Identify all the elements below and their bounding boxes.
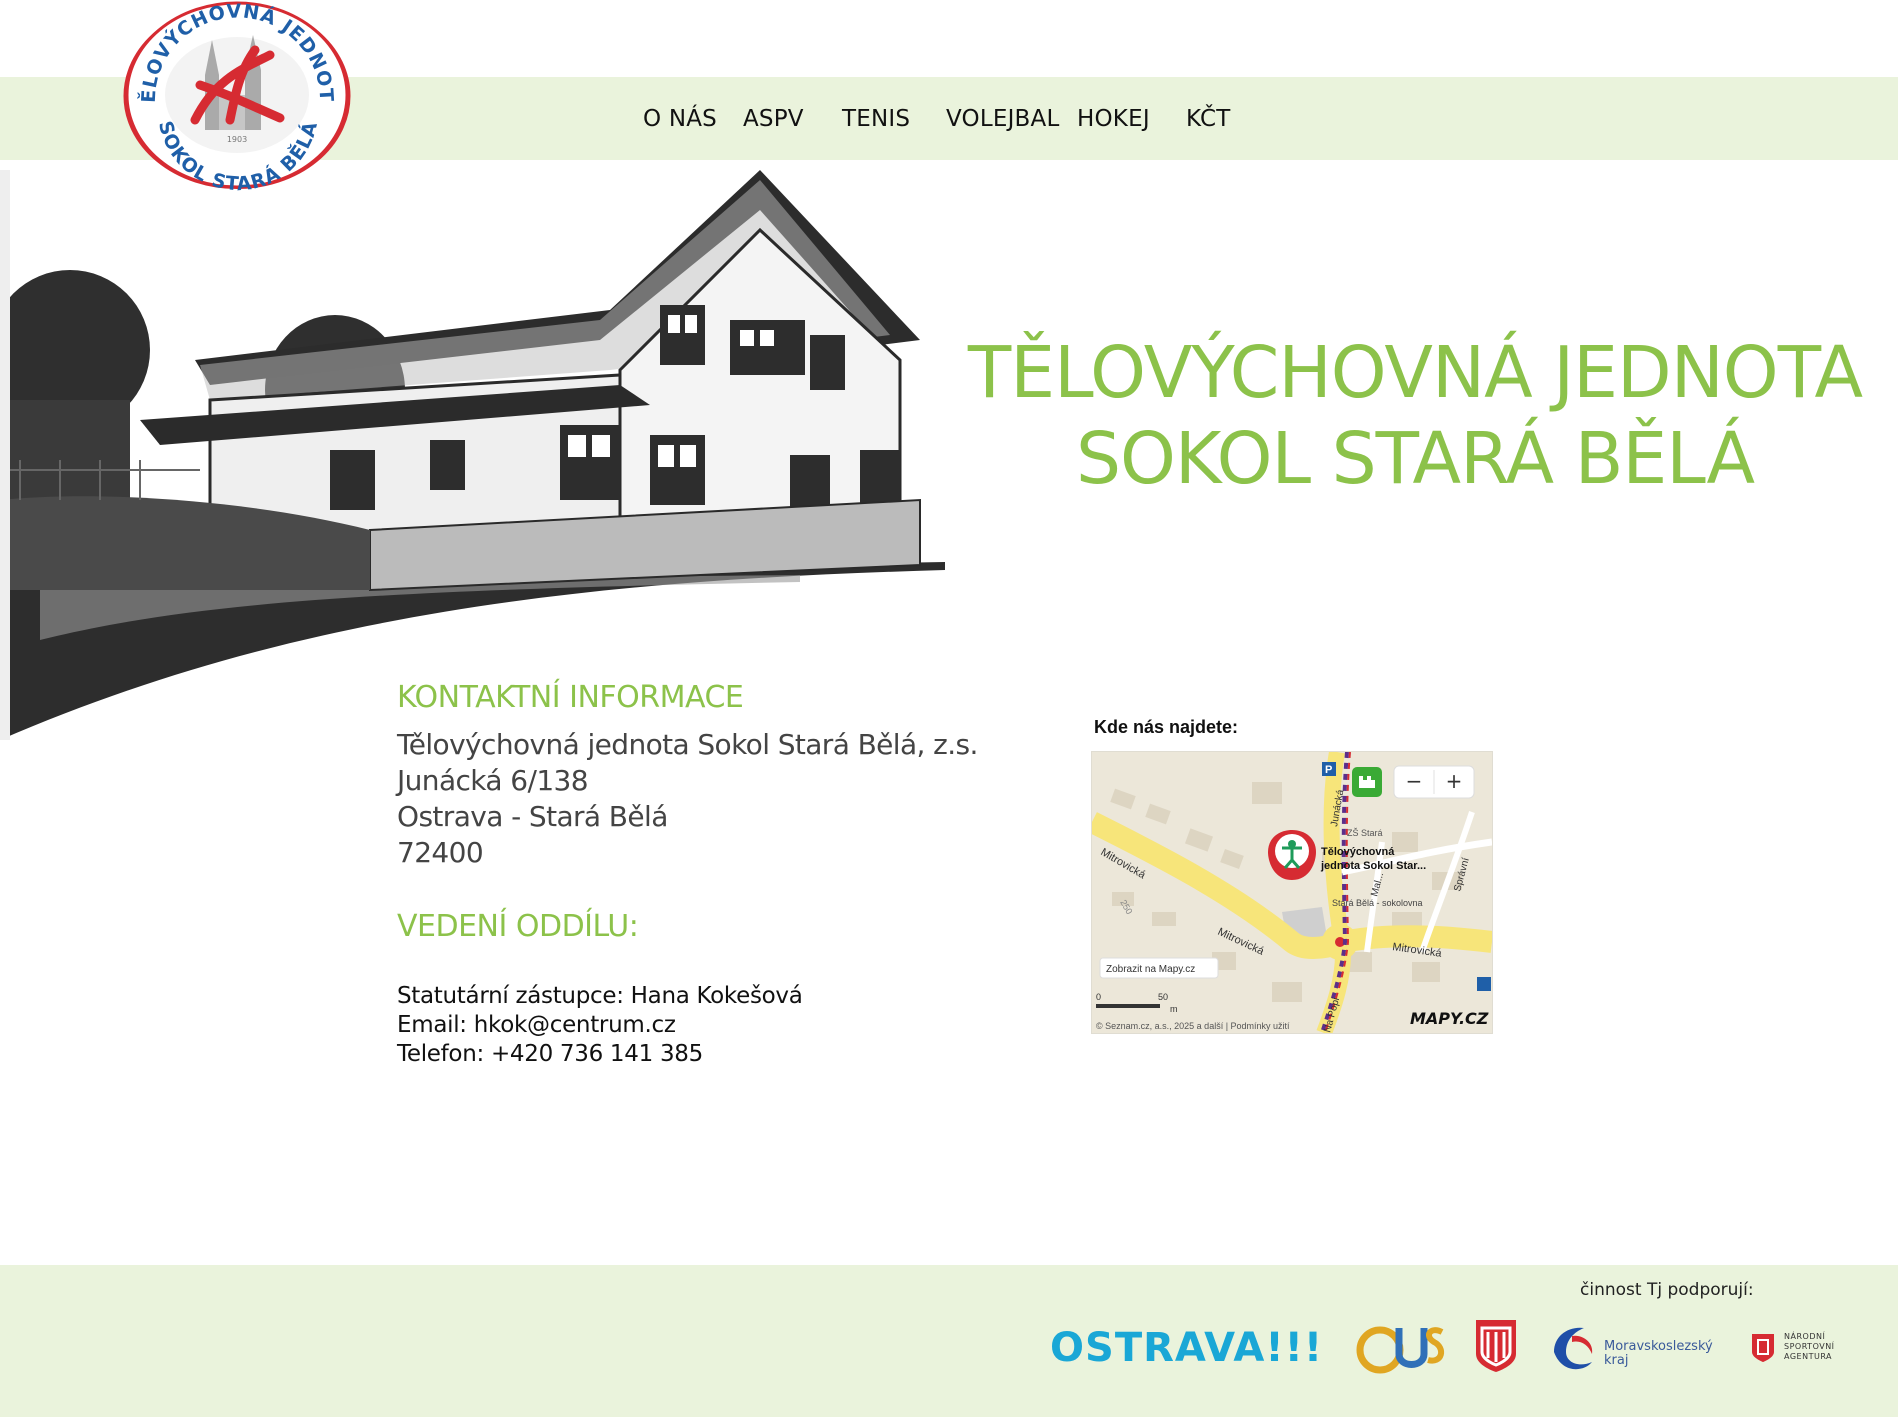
zoom-out-button: − [1406,769,1423,793]
poi-label: Stará Bělá - sokolovna [1332,898,1423,908]
show-on-mapy-label: Zobrazit na Mapy.cz [1106,964,1195,975]
contact-section: KONTAKTNÍ INFORMACE Tělovýchovná jednota… [397,680,1037,1069]
address-block: Tělovýchovná jednota Sokol Stará Bělá, z… [397,727,1037,871]
nsa-name-line1: NÁRODNÍ [1784,1332,1826,1341]
pin-title-line1: Tělovýchovná [1321,846,1395,858]
nsa-lion-icon [1752,1334,1774,1362]
nav-item-volejbal[interactable]: VOLEJBAL [946,106,1060,132]
support-label: činnost Tj podporují: [1580,1280,1754,1300]
nsa-name-line3: AGENTURA [1784,1352,1833,1361]
address-line: Tělovýchovná jednota Sokol Stará Bělá, z… [397,728,978,761]
partner-coat-of-arms-logo[interactable] [1474,1318,1518,1374]
partner-ostrava-logo[interactable]: OSTRAVA!!! [1050,1325,1323,1371]
nav-item-tenis[interactable]: TENIS [842,106,910,132]
nav-item-o-nas[interactable]: O NÁS [643,106,717,132]
building-illustration [0,170,945,740]
poi-small-label: ZŠ Stará [1347,828,1383,838]
map-widget[interactable]: Mitrovická Mitrovická Mitrovická Junácká… [1091,751,1493,1034]
address-line: 72400 [397,836,484,869]
main-nav: O NÁS ASPV TENIS VOLEJBAL HOKEJ KČT [0,100,1898,140]
scale-zero: 0 [1096,992,1101,1002]
scale-unit: m [1170,1004,1178,1014]
map-copyright: © Seznam.cz, a.s., 2025 a další | Podmín… [1096,1021,1290,1031]
leader-heading: VEDENÍ ODDÍLU: [397,909,639,944]
msk-name-line1: Moravskoslezský [1604,1339,1713,1354]
mapy-brand: MAPY.CZ [1410,1009,1489,1028]
hero-title: TĚLOVÝCHOVNÁ JEDNOTA SOKOL STARÁ BĚLÁ [940,330,1890,502]
nav-item-hokej[interactable]: HOKEJ [1077,106,1150,132]
map-canvas[interactable]: Mitrovická Mitrovická Mitrovická Junácká… [1092,752,1492,1033]
partner-nsa-logo[interactable]: NÁRODNÍ SPORTOVNÍ AGENTURA [1750,1330,1850,1370]
nav-item-kct[interactable]: KČT [1186,106,1231,132]
leader-email[interactable]: Email: hkok@centrum.cz [397,1011,1037,1040]
zoom-in-button: + [1446,769,1463,793]
zoom-control: − + [1393,765,1475,799]
leader-block: Statutární zástupce: Hana Kokešová Email… [397,982,1037,1069]
hero-title-line1: TĚLOVÝCHOVNÁ JEDNOTA [967,331,1863,414]
leader-name: Statutární zástupce: Hana Kokešová [397,983,803,1009]
msk-emblem-icon [1554,1327,1593,1370]
contact-heading: KONTAKTNÍ INFORMACE [397,680,744,715]
pin-title-line2: jednota Sokol Star... [1320,860,1426,872]
address-line: Junácká 6/138 [397,764,589,797]
nsa-name-line2: SPORTOVNÍ [1784,1342,1835,1351]
address-line: Ostrava - Stará Bělá [397,800,668,833]
parking-icon [1477,977,1491,991]
scale-fifty: 50 [1158,992,1168,1002]
partner-msk-logo[interactable]: Moravskoslezský kraj [1548,1322,1713,1378]
nav-item-aspv[interactable]: ASPV [743,106,804,132]
leader-phone[interactable]: Telefon: +420 736 141 385 [397,1040,1037,1069]
hero-title-line2: SOKOL STARÁ BĚLÁ [1075,417,1755,500]
club-logo[interactable]: TĚLOVÝCHOVNÁ JEDNOTA SOKOL STARÁ BĚLÁ 19… [120,0,355,195]
map-label: Kde nás najdete: [1094,717,1239,737]
msk-name-line2: kraj [1604,1353,1629,1368]
partner-cus-logo[interactable] [1354,1320,1449,1376]
svg-text:P: P [1325,764,1332,776]
